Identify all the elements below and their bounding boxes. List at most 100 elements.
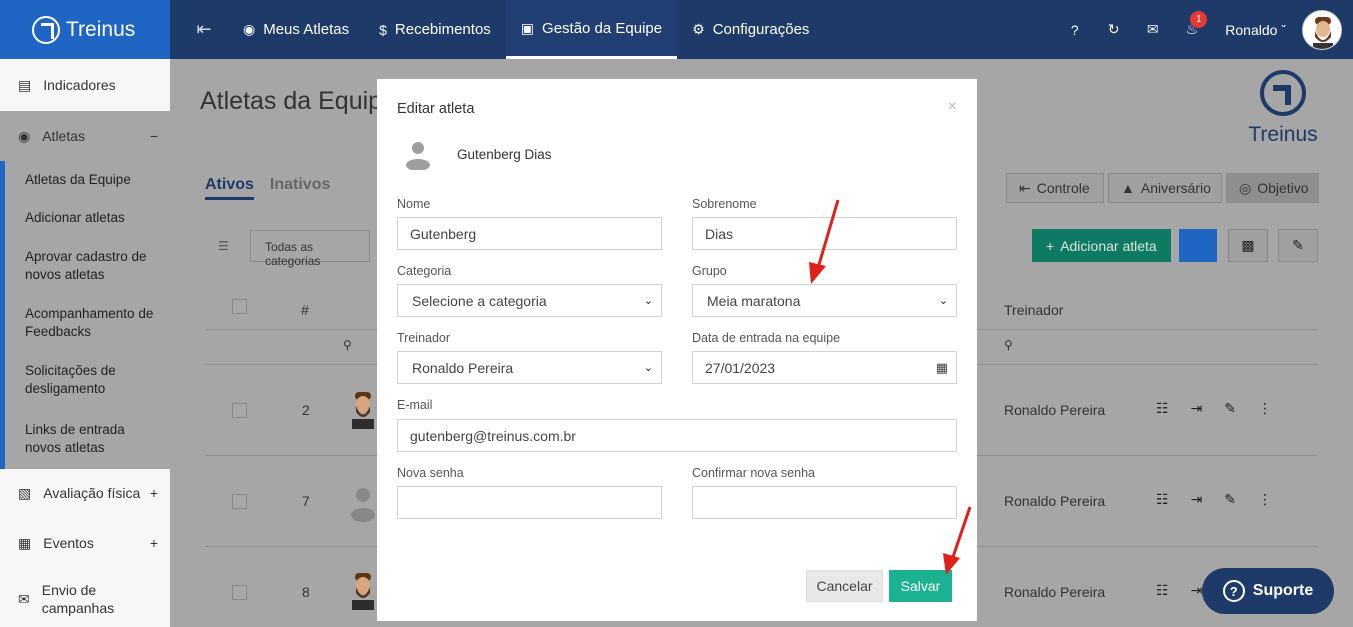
data-entrada-input[interactable]: 27/01/2023 ▦	[692, 351, 957, 384]
sidebar-subitem-feedbacks[interactable]: Acompanhamento de Feedbacks	[5, 295, 170, 351]
target-icon: ◎	[1239, 179, 1252, 196]
clipboard-icon[interactable]: ☷	[1156, 491, 1169, 508]
tab-inativos[interactable]: Inativos	[270, 176, 330, 200]
categoria-label: Categoria	[397, 264, 452, 278]
id-card-icon: ▣	[520, 19, 535, 36]
clipboard-icon[interactable]: ☷	[1156, 400, 1169, 417]
objetivo-button[interactable]: ◎ Objetivo	[1226, 173, 1319, 203]
nav-label: Gestão da Equipe	[542, 19, 663, 37]
confirmar-senha-input[interactable]	[692, 486, 957, 519]
edit-athlete-modal: Editar atleta × Gutenberg Dias Nome Gute…	[377, 79, 977, 621]
sidebar-subitem-label: Atletas da Equipe	[25, 172, 131, 187]
nova-senha-input[interactable]	[397, 486, 662, 519]
bell-icon[interactable]: ♨ 1	[1172, 11, 1211, 38]
sidebar-subitem-adicionar-atletas[interactable]: Adicionar atletas	[5, 199, 170, 237]
search-icon[interactable]: ⚲	[1004, 338, 1013, 352]
nav-configuracoes[interactable]: ⚙ Configurações	[677, 0, 824, 59]
clipboard-icon[interactable]: ☷	[1156, 582, 1169, 599]
help-icon[interactable]: ?	[1055, 22, 1094, 38]
user-menu[interactable]: Ronaldo ˇ	[1225, 22, 1286, 38]
sidebar-subitem-label: Aprovar cadastro de novos atletas	[25, 249, 147, 282]
sidebar-subitem-aprovar-cadastro[interactable]: Aprovar cadastro de novos atletas	[5, 237, 170, 295]
button-label: Objetivo	[1257, 180, 1309, 196]
sidebar-item-label: Eventos	[43, 535, 94, 551]
plus-icon: +	[1046, 237, 1055, 254]
sidebar-subitem-desligamento[interactable]: Solicitações de desligamento	[5, 351, 170, 409]
pie-chart-button[interactable]	[1179, 229, 1217, 262]
treinus-logo-icon	[32, 15, 60, 44]
button-label: Controle	[1036, 180, 1090, 196]
exit-icon: ⇤	[1019, 179, 1031, 196]
athlete-avatar	[352, 392, 374, 429]
close-icon[interactable]: ×	[948, 98, 957, 116]
user-avatar[interactable]	[1302, 9, 1342, 50]
chart-icon: ▤	[18, 76, 32, 93]
sync-icon[interactable]: ↻	[1094, 21, 1133, 38]
nav-recebimentos[interactable]: $ Recebimentos	[364, 0, 506, 59]
menu-toggle-icon[interactable]: ⇤	[180, 19, 228, 40]
sidebar-item-campanhas[interactable]: ✉ Envio de campanhas	[0, 569, 170, 627]
select-all-checkbox[interactable]	[232, 299, 247, 314]
chevron-down-icon: ⌄	[643, 362, 653, 374]
select-value: Meia maratona	[707, 292, 801, 309]
search-icon[interactable]: ⚲	[343, 338, 352, 352]
categoria-select[interactable]: Selecione a categoria ⌄	[397, 284, 662, 317]
export-icon[interactable]: ⇥	[1191, 400, 1203, 417]
grupo-select[interactable]: Meia maratona ⌄	[692, 284, 957, 317]
more-vertical-icon[interactable]: ⋮	[1258, 491, 1272, 508]
sobrenome-label: Sobrenome	[692, 197, 757, 211]
tab-ativos[interactable]: Ativos	[205, 176, 254, 200]
add-athlete-button[interactable]: + Adicionar atleta	[1032, 229, 1171, 262]
aniversario-button[interactable]: ▲ Aniversário	[1108, 173, 1222, 203]
pencil-icon[interactable]: ✎	[1224, 491, 1236, 508]
excel-export-button[interactable]: ▩	[1228, 229, 1268, 262]
data-entrada-label: Data de entrada na equipe	[692, 331, 841, 345]
gears-icon: ⚙	[692, 21, 705, 37]
chevron-down-icon: ˇ	[1281, 21, 1286, 38]
sidebar-item-label: Indicadores	[43, 77, 116, 93]
sobrenome-input[interactable]: Dias	[692, 217, 957, 250]
sidebar-item-eventos[interactable]: ▦ Eventos +	[0, 517, 170, 569]
expand-icon: +	[149, 535, 158, 551]
export-icon[interactable]: ⇥	[1191, 491, 1203, 508]
sidebar-item-indicadores[interactable]: ▤ Indicadores	[0, 59, 170, 111]
edit-pencil-button[interactable]: ✎	[1278, 229, 1318, 262]
sidebar-subitem-label: Solicitações de desligamento	[25, 363, 116, 396]
page-title: Atletas da Equipe	[200, 87, 396, 115]
sidebar-subitem-links-entrada[interactable]: Links de entrada novos atletas	[5, 409, 170, 469]
nome-input[interactable]: Gutenberg	[397, 217, 662, 250]
nav-gestao-equipe[interactable]: ▣ Gestão da Equipe	[505, 0, 678, 59]
row-checkbox[interactable]	[232, 585, 247, 600]
help-circle-icon: ?	[1222, 580, 1245, 602]
nome-label: Nome	[397, 197, 431, 211]
row-trainer: Ronaldo Pereira	[1004, 584, 1106, 600]
brand-logo[interactable]: Treinus	[0, 0, 170, 59]
controle-button[interactable]: ⇤ Controle	[1006, 173, 1104, 203]
envelope-icon: ✉	[18, 590, 30, 607]
more-vertical-icon[interactable]: ⋮	[1258, 400, 1272, 417]
column-header-trainer: Treinador	[1004, 302, 1064, 318]
calendar-icon: ▦	[18, 534, 32, 551]
calendar-icon[interactable]: ▦	[936, 360, 948, 376]
sidebar-item-atletas[interactable]: ◉ Atletas −	[0, 111, 170, 161]
date-value: 27/01/2023	[705, 359, 776, 376]
sidebar-subitem-label: Adicionar atletas	[25, 210, 125, 225]
row-checkbox[interactable]	[232, 403, 247, 418]
category-filter-select[interactable]: Todas as categorias	[250, 230, 370, 268]
mail-icon[interactable]: ✉	[1133, 21, 1172, 38]
pencil-icon[interactable]: ✎	[1224, 400, 1236, 417]
sidebar-item-label: Envio de campanhas	[41, 582, 115, 616]
row-checkbox[interactable]	[232, 494, 247, 509]
save-button[interactable]: Salvar	[889, 570, 952, 602]
athlete-name: Gutenberg Dias	[457, 147, 552, 162]
export-icon[interactable]: ⇥	[1191, 582, 1203, 599]
sidebar-item-avaliacao[interactable]: ▧ Avaliação física +	[0, 469, 170, 517]
support-button[interactable]: ? Suporte	[1202, 568, 1334, 614]
sidebar-subitem-atletas-equipe[interactable]: Atletas da Equipe	[5, 161, 170, 199]
cancel-button[interactable]: Cancelar	[806, 570, 883, 602]
medal-icon: ◉	[18, 127, 31, 144]
treinador-select[interactable]: Ronaldo Pereira ⌄	[397, 351, 662, 384]
email-input[interactable]: gutenberg@treinus.com.br	[397, 419, 957, 452]
nav-meus-atletas[interactable]: ◉ Meus Atletas	[228, 0, 364, 59]
row-trainer: Ronaldo Pereira	[1004, 402, 1106, 418]
